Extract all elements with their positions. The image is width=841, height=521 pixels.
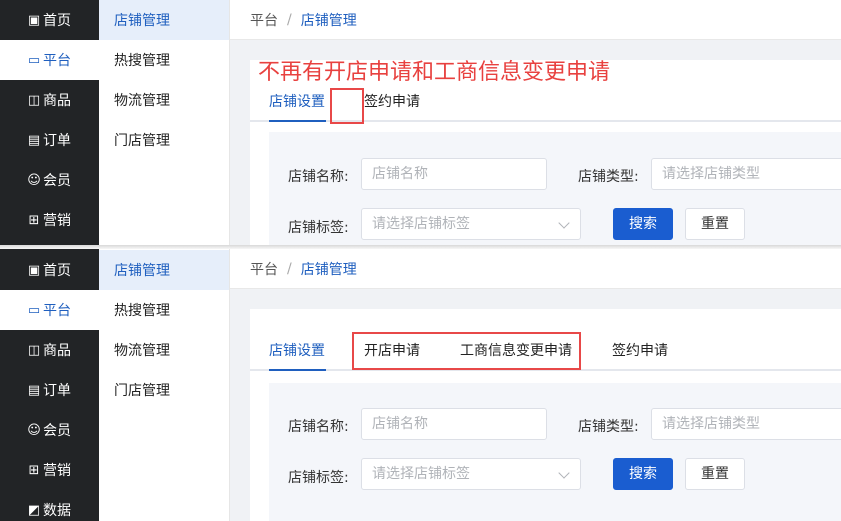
- subnav-item-logistics[interactable]: 物流管理: [99, 330, 229, 370]
- nav-item-label: 商品: [43, 93, 71, 109]
- shop-name-label: 店铺名称:: [288, 419, 349, 435]
- nav-item-label: 平台: [43, 53, 71, 69]
- chevron-down-icon: [558, 467, 570, 479]
- nav-item-members[interactable]: ☺ 会员: [0, 410, 99, 450]
- shop-tag-label: 店铺标签:: [288, 470, 349, 486]
- chevron-down-icon: [558, 217, 570, 229]
- nav-item-members[interactable]: ☺ 会员: [0, 160, 99, 200]
- chart-icon: ◩: [27, 502, 41, 518]
- reset-button[interactable]: 重置: [685, 458, 745, 490]
- shop-tag-select[interactable]: 请选择店铺标签: [361, 208, 581, 240]
- breadcrumb-separator: /: [287, 11, 292, 28]
- active-tab-indicator: [269, 369, 326, 371]
- desktop-icon: ▭: [27, 302, 41, 318]
- tab-sign-apply[interactable]: 签约申请: [612, 331, 668, 371]
- nav-item-label: 数据: [43, 503, 71, 519]
- breadcrumb: 平台 / 店铺管理: [230, 0, 841, 40]
- tab-shop-settings[interactable]: 店铺设置: [269, 331, 325, 371]
- shop-tag-label: 店铺标签:: [288, 220, 349, 236]
- shop-name-input[interactable]: 店铺名称: [361, 158, 547, 190]
- breadcrumb-separator: /: [287, 260, 292, 277]
- search-button[interactable]: 搜索: [613, 208, 673, 240]
- nav-item-orders[interactable]: ▤ 订单: [0, 370, 99, 410]
- subnav-item-hot-search[interactable]: 热搜管理: [99, 290, 229, 330]
- active-tab-indicator: [269, 120, 326, 122]
- main-sidebar: ▣ 首页 ▭ 平台 ◫ 商品 ▤ 订单 ☺ 会员 ⊞ 营销 ◩ 数据: [0, 249, 99, 521]
- breadcrumb-root[interactable]: 平台: [250, 10, 278, 30]
- subnav-item-shop-management[interactable]: 店铺管理: [99, 250, 229, 290]
- nav-item-label: 订单: [43, 383, 71, 399]
- shop-type-select[interactable]: 请选择店铺类型: [651, 158, 841, 190]
- nav-item-orders[interactable]: ▤ 订单: [0, 120, 99, 160]
- nav-item-home[interactable]: ▣ 首页: [0, 250, 99, 290]
- desktop-icon: ▭: [27, 52, 41, 68]
- nav-item-label: 平台: [43, 303, 71, 319]
- breadcrumb-current: 店铺管理: [300, 12, 357, 29]
- shopping-bag-icon: ◫: [27, 342, 41, 358]
- filter-panel: 店铺名称: 店铺名称 店铺类型: 请选择店铺类型 店铺标签: 请选择店铺标签 搜…: [269, 383, 841, 521]
- sub-sidebar: 店铺管理 热搜管理 物流管理 门店管理: [99, 249, 230, 521]
- monitor-icon: ▣: [27, 12, 41, 28]
- sub-sidebar: 店铺管理 热搜管理 物流管理 门店管理: [99, 0, 230, 247]
- breadcrumb: 平台 / 店铺管理: [230, 249, 841, 289]
- filter-panel: 店铺名称: 店铺名称 店铺类型: 请选择店铺类型 店铺标签: 请选择店铺标签 搜…: [269, 132, 841, 247]
- nav-item-label: 营销: [43, 463, 71, 479]
- shop-type-select[interactable]: 请选择店铺类型: [651, 408, 841, 440]
- search-button[interactable]: 搜索: [613, 458, 673, 490]
- nav-item-label: 会员: [43, 423, 71, 439]
- nav-item-data[interactable]: ◩ 数据: [0, 490, 99, 521]
- nav-item-goods[interactable]: ◫ 商品: [0, 80, 99, 120]
- breadcrumb-root[interactable]: 平台: [250, 259, 278, 279]
- subnav-item-logistics[interactable]: 物流管理: [99, 80, 229, 120]
- tab-shop-settings[interactable]: 店铺设置: [269, 82, 325, 122]
- subnav-item-hot-search[interactable]: 热搜管理: [99, 40, 229, 80]
- subnav-item-stores[interactable]: 门店管理: [99, 370, 229, 410]
- shop-name-input[interactable]: 店铺名称: [361, 408, 547, 440]
- monitor-icon: ▣: [27, 262, 41, 278]
- users-icon: ☺: [27, 422, 41, 438]
- nav-item-label: 订单: [43, 133, 71, 149]
- nav-item-home[interactable]: ▣ 首页: [0, 0, 99, 40]
- removed-tabs-highlight: [330, 88, 364, 124]
- gift-icon: ⊞: [28, 462, 40, 478]
- breadcrumb-current: 店铺管理: [300, 261, 357, 278]
- annotation-note: 不再有开店申请和工商信息变更申请: [258, 60, 611, 85]
- shop-type-label: 店铺类型:: [578, 169, 639, 185]
- tab-sign-apply[interactable]: 签约申请: [364, 82, 420, 122]
- screenshot-after: ▣ 首页 ▭ 平台 ◫ 商品 ▤ 订单 ☺ 会员 ⊞ 营销 店铺管理 热搜管理 物流管理 门…: [0, 0, 841, 247]
- screenshot-before: ▣ 首页 ▭ 平台 ◫ 商品 ▤ 订单 ☺ 会员 ⊞ 营销 ◩ 数据 店铺管理 热搜管理 物流…: [0, 249, 841, 521]
- nav-item-goods[interactable]: ◫ 商品: [0, 330, 99, 370]
- shop-tag-select[interactable]: 请选择店铺标签: [361, 458, 581, 490]
- users-icon: ☺: [27, 172, 41, 188]
- nav-item-platform[interactable]: ▭ 平台: [0, 40, 99, 80]
- document-icon: ▤: [27, 132, 41, 148]
- reset-button[interactable]: 重置: [685, 208, 745, 240]
- nav-item-label: 会员: [43, 173, 71, 189]
- document-icon: ▤: [27, 382, 41, 398]
- nav-item-label: 首页: [43, 263, 71, 279]
- tabs-to-remove-highlight: [352, 332, 581, 370]
- nav-item-label: 商品: [43, 343, 71, 359]
- shop-name-label: 店铺名称:: [288, 169, 349, 185]
- shopping-bag-icon: ◫: [27, 92, 41, 108]
- subnav-item-stores[interactable]: 门店管理: [99, 120, 229, 160]
- shop-tag-placeholder: 请选择店铺标签: [372, 466, 470, 482]
- shop-type-label: 店铺类型:: [578, 419, 639, 435]
- subnav-item-shop-management[interactable]: 店铺管理: [99, 0, 229, 40]
- nav-item-platform[interactable]: ▭ 平台: [0, 290, 99, 330]
- nav-item-label: 营销: [43, 213, 71, 229]
- nav-item-marketing[interactable]: ⊞ 营销: [0, 200, 99, 240]
- gift-icon: ⊞: [28, 212, 40, 228]
- shop-tag-placeholder: 请选择店铺标签: [372, 216, 470, 232]
- nav-item-label: 首页: [43, 13, 71, 29]
- main-sidebar: ▣ 首页 ▭ 平台 ◫ 商品 ▤ 订单 ☺ 会员 ⊞ 营销: [0, 0, 99, 247]
- nav-item-marketing[interactable]: ⊞ 营销: [0, 450, 99, 490]
